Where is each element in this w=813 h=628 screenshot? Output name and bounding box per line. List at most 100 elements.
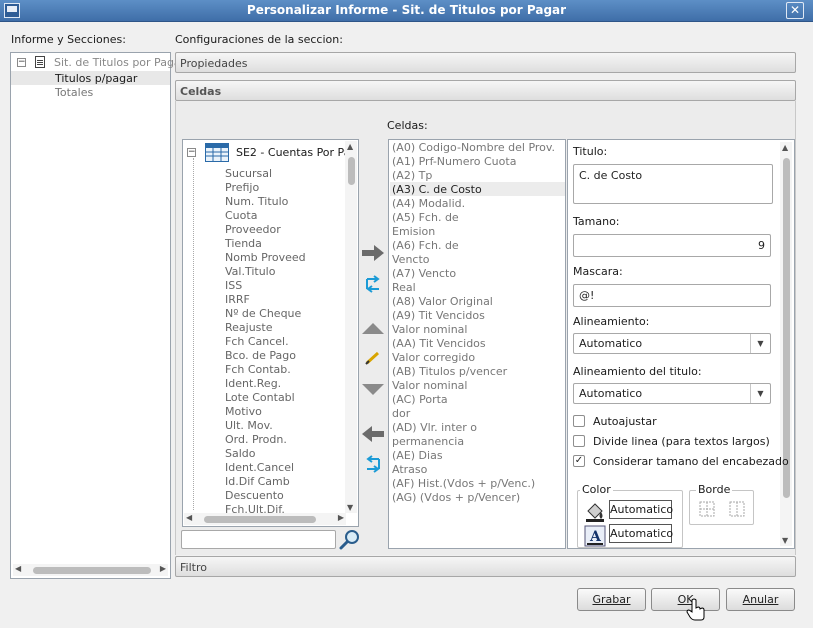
cell-line[interactable]: (AB) Titulos p/vencer	[392, 365, 507, 378]
scroll-thumb[interactable]	[33, 567, 151, 574]
remove-left-arrow-icon[interactable]	[361, 425, 385, 443]
cell-line[interactable]: (AE) Dias	[392, 449, 443, 462]
considerar-checkbox[interactable]: ✓	[573, 455, 585, 467]
cell-line[interactable]: (A4) Modalid.	[392, 197, 465, 210]
cell-line[interactable]: (AD) Vlr. inter o	[392, 421, 477, 434]
field-item[interactable]: Bco. de Pago	[225, 349, 296, 362]
alineamiento-select[interactable]: Automatico ▼	[573, 333, 771, 354]
cell-line[interactable]: (AF) Hist.(Vdos + p/Venc.)	[392, 477, 535, 490]
scroll-thumb[interactable]	[783, 158, 790, 498]
field-item[interactable]: Fch Contab.	[225, 363, 291, 376]
swap-icon[interactable]	[361, 275, 385, 293]
cell-line[interactable]: permanencia	[392, 435, 464, 448]
scroll-down-icon[interactable]: ▼	[347, 503, 353, 512]
cell-line[interactable]: Atraso	[392, 463, 427, 476]
font-color-icon[interactable]: A	[584, 525, 606, 547]
anular-button[interactable]: Anular	[726, 588, 795, 611]
cell-line[interactable]: (AA) Tit Vencidos	[392, 337, 486, 350]
field-item[interactable]: Ident.Cancel	[225, 461, 294, 474]
fill-color-button[interactable]: Automatico	[609, 500, 673, 519]
cells-section-bar[interactable]: Celdas	[175, 80, 796, 101]
left-hscrollbar[interactable]: ◀ ▶	[13, 564, 168, 576]
move-up-icon[interactable]	[361, 320, 385, 338]
reorder-icon[interactable]	[361, 455, 385, 473]
field-item[interactable]: Id.Dif Camb	[225, 475, 290, 488]
close-icon[interactable]: ✕	[786, 2, 804, 19]
field-item[interactable]: Sucursal	[225, 167, 272, 180]
field-item[interactable]: Num. Titulo	[225, 195, 288, 208]
chevron-down-icon[interactable]: ▼	[750, 334, 770, 353]
scroll-up-icon[interactable]: ▲	[782, 143, 788, 152]
props-vscrollbar[interactable]: ▲ ▼	[780, 142, 792, 546]
fields-vscrollbar[interactable]: ▲ ▼	[345, 141, 357, 513]
cell-line[interactable]: (AC) Porta	[392, 393, 448, 406]
field-item[interactable]: Tienda	[225, 237, 262, 250]
field-item[interactable]: Nº de Cheque	[225, 307, 301, 320]
cell-line[interactable]: (A7) Vencto	[392, 267, 456, 280]
scroll-left-icon[interactable]: ◀	[186, 513, 192, 522]
field-item[interactable]: Ident.Reg.	[225, 377, 281, 390]
scroll-right-icon[interactable]: ▶	[338, 513, 344, 522]
tree-item-totales[interactable]: Totales	[55, 86, 93, 99]
field-item[interactable]: Fch.Ult.Dif.	[225, 503, 285, 516]
filter-section-bar[interactable]: Filtro	[175, 556, 796, 577]
field-item[interactable]: Descuento	[225, 489, 284, 502]
cell-line[interactable]: (AG) (Vdos + p/Vencer)	[392, 491, 520, 504]
cell-line[interactable]: dor	[392, 407, 410, 420]
fill-color-icon[interactable]	[584, 500, 606, 522]
cell-line[interactable]: Valor nominal	[392, 379, 467, 392]
sections-tree[interactable]: − Sit. de Titulos por Pagar Titulos p/pa…	[10, 52, 185, 579]
cell-line[interactable]: (A0) Codigo-Nombre del Prov.	[392, 141, 555, 154]
field-item[interactable]: Val.Titulo	[225, 265, 275, 278]
border-none-icon[interactable]	[728, 500, 746, 518]
cell-line[interactable]: Valor nominal	[392, 323, 467, 336]
collapse-icon[interactable]: −	[187, 148, 196, 157]
scroll-down-icon[interactable]: ▼	[782, 536, 788, 545]
border-grid-icon[interactable]	[698, 500, 716, 518]
field-item[interactable]: Ord. Prodn.	[225, 433, 287, 446]
field-item[interactable]: Prefijo	[225, 181, 259, 194]
field-item[interactable]: Motivo	[225, 405, 262, 418]
properties-section-bar[interactable]: Propiedades	[175, 52, 796, 73]
cell-line[interactable]: Emision	[392, 225, 435, 238]
move-down-icon[interactable]	[361, 380, 385, 398]
cell-line[interactable]: Vencto	[392, 253, 430, 266]
fields-table-name[interactable]: SE2 - Cuentas Por Pag	[236, 146, 346, 159]
cell-line[interactable]: (A5) Fch. de	[392, 211, 459, 224]
tamano-field[interactable]: 9	[573, 234, 771, 257]
titulo-field[interactable]: C. de Costo	[573, 164, 773, 204]
scroll-up-icon[interactable]: ▲	[347, 142, 353, 151]
scroll-right-icon[interactable]: ▶	[160, 564, 166, 573]
cell-line[interactable]: (A1) Prf-Numero Cuota	[392, 155, 516, 168]
collapse-icon[interactable]: −	[17, 58, 26, 67]
edit-pencil-icon[interactable]	[361, 349, 385, 367]
divide-linea-checkbox[interactable]	[573, 435, 585, 447]
cell-line[interactable]: (A2) Tp	[392, 169, 432, 182]
chevron-down-icon[interactable]: ▼	[750, 384, 770, 403]
cell-line[interactable]: (A6) Fch. de	[392, 239, 459, 252]
grabar-button[interactable]: Grabar	[577, 588, 646, 611]
tree-item-titulos[interactable]: Titulos p/pagar	[55, 72, 137, 85]
font-color-button[interactable]: Automatico	[609, 524, 673, 543]
scroll-thumb[interactable]	[348, 157, 355, 185]
scroll-thumb[interactable]	[204, 516, 316, 523]
field-item[interactable]: Saldo	[225, 447, 256, 460]
field-item[interactable]: IRRF	[225, 293, 250, 306]
search-icon[interactable]	[338, 528, 362, 550]
field-item[interactable]: Fch Cancel.	[225, 335, 289, 348]
cell-line[interactable]: (A8) Valor Original	[392, 295, 493, 308]
add-right-arrow-icon[interactable]	[361, 244, 385, 262]
field-item[interactable]: Cuota	[225, 209, 257, 222]
cell-line[interactable]: (A3) C. de Costo	[392, 183, 482, 196]
cell-line[interactable]: (A9) Tit Vencidos	[392, 309, 485, 322]
autoajustar-checkbox[interactable]	[573, 415, 585, 427]
field-item[interactable]: Nomb Proveed	[225, 251, 306, 264]
field-search-input[interactable]	[181, 530, 336, 549]
field-item[interactable]: Reajuste	[225, 321, 273, 334]
field-item[interactable]: ISS	[225, 279, 242, 292]
scroll-left-icon[interactable]: ◀	[15, 564, 21, 573]
alineamiento-titulo-select[interactable]: Automatico ▼	[573, 383, 771, 404]
field-item[interactable]: Ult. Mov.	[225, 419, 273, 432]
mascara-field[interactable]: @!	[573, 284, 771, 307]
tree-root-report[interactable]: Sit. de Titulos por Pagar	[54, 56, 185, 69]
